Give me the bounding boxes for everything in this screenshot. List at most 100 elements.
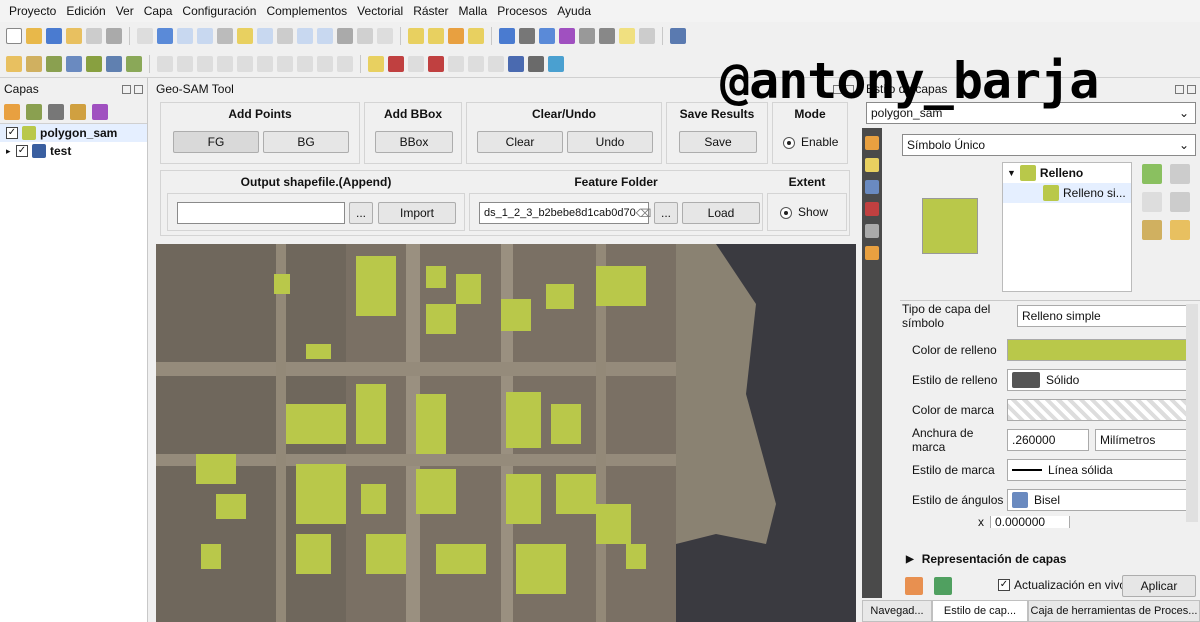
add-vector-icon[interactable]: [86, 55, 102, 72]
history-tab-icon[interactable]: [865, 246, 879, 260]
zoom-selection-icon[interactable]: [237, 28, 253, 44]
open-folder-icon[interactable]: [26, 28, 42, 44]
live-update-checkbox[interactable]: ✓ Actualización en vivo: [998, 578, 1126, 592]
cut-icon[interactable]: [257, 55, 273, 72]
renderer-selector[interactable]: Símbolo Único ⌄: [902, 134, 1196, 156]
folder-browse-button[interactable]: ...: [654, 202, 678, 224]
label-change-icon[interactable]: [428, 55, 444, 72]
float-icon[interactable]: [1175, 84, 1184, 94]
layer-visibility-checkbox[interactable]: ✓: [6, 127, 18, 139]
statistics-sigma-icon[interactable]: [559, 28, 575, 44]
output-path-input[interactable]: [177, 202, 345, 224]
menu-raster[interactable]: Ráster: [408, 4, 453, 18]
save-button[interactable]: Save: [679, 131, 757, 153]
bg-button[interactable]: BG: [263, 131, 349, 153]
menu-proyecto[interactable]: Proyecto: [4, 4, 61, 18]
zoom-native-icon[interactable]: [277, 28, 293, 44]
layer-row-polygon-sam[interactable]: ✓ polygon_sam: [0, 124, 147, 142]
select-location-icon[interactable]: [468, 28, 484, 44]
digitize-icon[interactable]: [46, 55, 62, 72]
tab-processing-toolbox[interactable]: Caja de herramientas de Proces...: [1028, 600, 1200, 622]
geosam-icon[interactable]: [548, 55, 564, 72]
zoom-in-icon[interactable]: [177, 28, 193, 44]
menu-complementos[interactable]: Complementos: [261, 4, 352, 18]
select-by-value-icon[interactable]: [428, 28, 444, 44]
print-layout-icon[interactable]: [86, 28, 102, 44]
edit-pencil-icon[interactable]: [157, 55, 173, 72]
zoom-out-icon[interactable]: [197, 28, 213, 44]
apply-button[interactable]: Aplicar: [1122, 575, 1196, 597]
expand-arrow-icon[interactable]: ▼: [1007, 168, 1016, 178]
fill-style-select[interactable]: Sólido: [1007, 369, 1192, 391]
tab-browser[interactable]: Navegad...: [862, 600, 932, 622]
add-feature-icon[interactable]: [197, 55, 213, 72]
python-console-icon[interactable]: [508, 55, 524, 72]
undo-icon[interactable]: [905, 577, 923, 595]
move-feature-icon[interactable]: [217, 55, 233, 72]
new-shapefile-icon[interactable]: [66, 55, 82, 72]
add-raster-icon[interactable]: [106, 55, 122, 72]
layer-row-test[interactable]: ▸ ✓ test: [0, 142, 147, 160]
map-tips-icon[interactable]: [619, 28, 635, 44]
show-radio[interactable]: Show: [780, 205, 828, 219]
settings-gear-icon[interactable]: [539, 28, 555, 44]
filter-icon[interactable]: [70, 103, 86, 120]
symbol-layer-type-select[interactable]: Relleno simple: [1017, 305, 1192, 327]
measure-icon[interactable]: [599, 28, 615, 44]
select-features-icon[interactable]: [408, 28, 424, 44]
enable-radio[interactable]: Enable: [783, 135, 838, 149]
tab-layer-styling[interactable]: Estilo de cap...: [932, 600, 1028, 622]
float-icon[interactable]: [122, 84, 131, 94]
menu-edicion[interactable]: Edición: [61, 4, 110, 18]
style-manager-icon[interactable]: [4, 103, 20, 120]
fg-button[interactable]: FG: [173, 131, 259, 153]
masks-tab-icon[interactable]: [865, 180, 879, 194]
label-icon[interactable]: [368, 55, 384, 72]
help-icon[interactable]: [670, 28, 686, 44]
refresh-icon[interactable]: [377, 28, 393, 44]
stroke-unit-select[interactable]: Milímetros: [1095, 429, 1192, 451]
properties-scrollbar[interactable]: [1186, 304, 1198, 522]
zoom-layer-icon[interactable]: [257, 28, 273, 44]
undo-icon[interactable]: [317, 55, 333, 72]
move-down-icon[interactable]: [1170, 192, 1190, 212]
zoom-last-icon[interactable]: [297, 28, 313, 44]
bbox-button[interactable]: BBox: [375, 131, 453, 153]
symbol-layer-tree[interactable]: ▼ Relleno Relleno si...: [1002, 162, 1132, 292]
expand-arrow-icon[interactable]: ▸: [6, 146, 12, 157]
copy-icon[interactable]: [277, 55, 293, 72]
3d-view-tab-icon[interactable]: [865, 202, 879, 216]
save-icon[interactable]: [46, 28, 62, 44]
tree-child[interactable]: Relleno si...: [1003, 183, 1131, 203]
paste-icon[interactable]: [297, 55, 313, 72]
visibility-eye-icon[interactable]: [48, 103, 64, 120]
zoom-full-icon[interactable]: [217, 28, 233, 44]
diagram-icon[interactable]: [448, 55, 464, 72]
menu-configuracion[interactable]: Configuración: [177, 4, 261, 18]
output-browse-button[interactable]: ...: [349, 202, 373, 224]
current-edits-icon[interactable]: [6, 55, 22, 72]
offset-x-spinbox[interactable]: 0.000000: [990, 516, 1070, 528]
label-pin-icon[interactable]: [388, 55, 404, 72]
temporal-icon[interactable]: [357, 28, 373, 44]
field-calculator-icon[interactable]: [579, 28, 595, 44]
menu-ver[interactable]: Ver: [111, 4, 139, 18]
save-as-icon[interactable]: [66, 28, 82, 44]
stroke-width-spinbox[interactable]: .260000: [1007, 429, 1089, 451]
label-rotate-icon[interactable]: [468, 55, 484, 72]
redo-icon[interactable]: [337, 55, 353, 72]
delete-feature-icon[interactable]: [237, 55, 253, 72]
add-symbol-layer-icon[interactable]: [1142, 164, 1162, 184]
import-button[interactable]: Import: [378, 202, 456, 224]
lock-icon[interactable]: [1170, 220, 1190, 240]
pan-to-selection-icon[interactable]: [157, 28, 173, 44]
join-style-select[interactable]: Bisel: [1007, 489, 1192, 511]
menu-capa[interactable]: Capa: [139, 4, 178, 18]
expression-filter-icon[interactable]: [92, 103, 108, 120]
undo-button[interactable]: Undo: [567, 131, 653, 153]
move-up-icon[interactable]: [1170, 164, 1190, 184]
new-map-view-icon[interactable]: [337, 28, 353, 44]
stroke-style-select[interactable]: Línea sólida: [1007, 459, 1192, 481]
deselect-icon[interactable]: [448, 28, 464, 44]
identify-icon[interactable]: [499, 28, 515, 44]
